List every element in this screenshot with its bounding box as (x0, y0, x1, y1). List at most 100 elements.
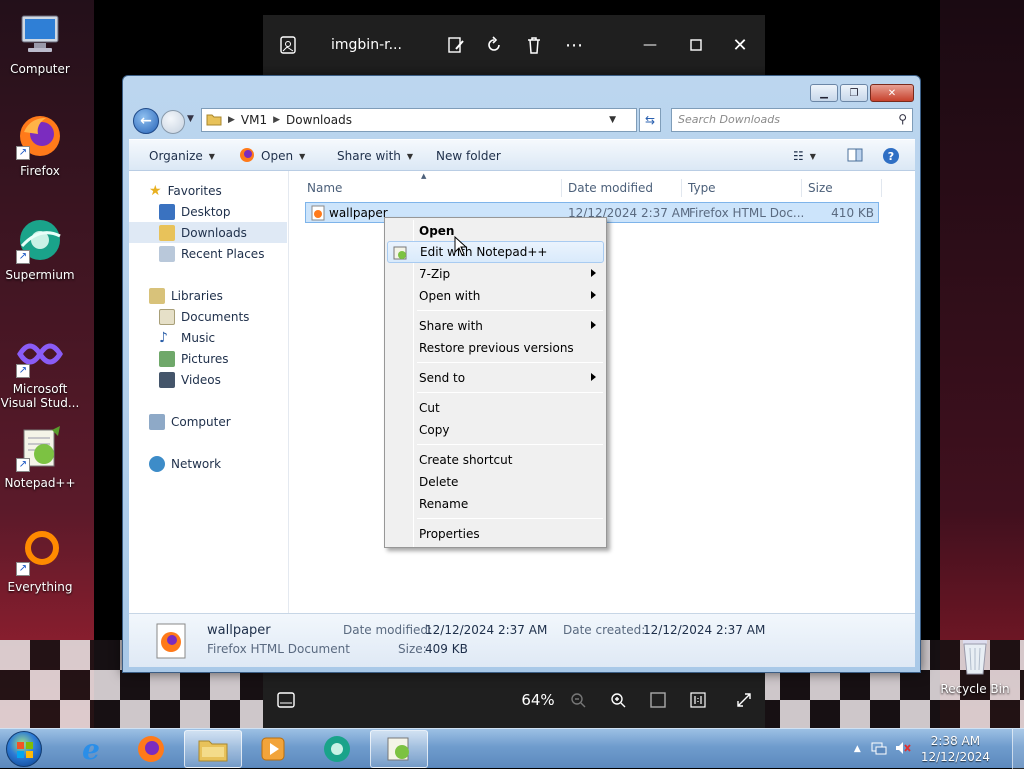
new-folder-label: New folder (436, 149, 501, 163)
actual-size-icon[interactable] (683, 672, 713, 728)
filmstrip-icon[interactable] (271, 672, 301, 728)
start-button[interactable] (6, 731, 42, 767)
column-divider[interactable] (681, 179, 682, 197)
taskbar-media-player[interactable] (244, 730, 302, 768)
column-type-label: Type (688, 181, 716, 195)
change-view-button[interactable]: ☷ ▼ (793, 140, 816, 172)
context-menu-share-with[interactable]: Share with (387, 315, 604, 337)
window-restore-button[interactable]: ❐ (840, 84, 868, 102)
firefox-document-large-icon (155, 622, 187, 663)
desktop-icon-notepad-plus-plus[interactable]: ↗ Notepad++ (0, 424, 80, 490)
taskbar: e ▲ 2:38 AM 12/12/2024 (0, 728, 1024, 769)
recycle-bin-icon (951, 630, 999, 678)
sidebar-item-label: Recent Places (181, 246, 265, 261)
context-menu-7zip[interactable]: 7-Zip (387, 263, 604, 285)
open-button[interactable]: Open ▼ (239, 140, 305, 172)
show-desktop-button[interactable] (1012, 729, 1024, 769)
back-button[interactable]: ← (133, 108, 159, 134)
zoom-in-icon[interactable] (603, 672, 633, 728)
submenu-arrow-icon (591, 321, 596, 329)
new-folder-button[interactable]: New folder (436, 140, 501, 172)
network-status-icon[interactable] (871, 741, 887, 758)
firefox-icon: ↗ (16, 112, 64, 160)
window-minimize-button[interactable]: ▁ (810, 84, 838, 102)
address-bar[interactable]: ▶ VM1 ▶ Downloads ▼ (201, 108, 637, 132)
edit-image-icon[interactable] (441, 15, 471, 75)
folder-icon (206, 112, 222, 129)
taskbar-supermium[interactable] (308, 730, 366, 768)
column-header-name[interactable]: Name (307, 177, 557, 199)
taskbar-clock[interactable]: 2:38 AM 12/12/2024 (921, 733, 990, 765)
show-hidden-icons-icon[interactable]: ▲ (854, 744, 861, 754)
desktop-icon-firefox[interactable]: ↗ Firefox (0, 112, 80, 178)
delete-icon[interactable] (519, 15, 549, 75)
notepad-plus-plus-icon: ↗ (16, 424, 64, 472)
context-menu-send-to[interactable]: Send to (387, 367, 604, 389)
zoom-out-icon[interactable] (563, 672, 593, 728)
sidebar-item-computer[interactable]: Computer (129, 411, 287, 432)
sidebar-item-desktop[interactable]: Desktop (129, 201, 287, 222)
column-header-size[interactable]: Size (808, 177, 878, 199)
preview-pane-button[interactable] (847, 140, 863, 172)
sidebar-item-network[interactable]: Network (129, 453, 287, 474)
taskbar-windows-explorer[interactable] (184, 730, 242, 768)
column-divider[interactable] (561, 179, 562, 197)
sidebar-item-recent-places[interactable]: Recent Places (129, 243, 287, 264)
sidebar-item-videos[interactable]: Videos (129, 369, 287, 390)
address-dropdown-icon[interactable]: ▼ (609, 115, 616, 125)
menu-item-label: Cut (419, 401, 440, 415)
desktop-icon-visual-studio[interactable]: ↗ Microsoft Visual Stud... (0, 330, 80, 410)
sidebar-item-favorites[interactable]: ★ Favorites (129, 180, 287, 201)
desktop-icon-computer[interactable]: Computer (0, 10, 80, 76)
taskbar-notepad-plus-plus[interactable] (370, 730, 428, 768)
column-divider[interactable] (881, 179, 882, 197)
context-menu-open[interactable]: Open (387, 220, 604, 242)
forward-button[interactable] (161, 110, 185, 134)
column-header-type[interactable]: Type (688, 177, 798, 199)
desktop-icon-everything[interactable]: ↗ Everything (0, 528, 80, 594)
window-controls: ▁ ❐ ✕ (810, 84, 914, 102)
chevron-down-icon: ▼ (208, 151, 215, 161)
desktop-icon-recycle-bin[interactable]: Recycle Bin (935, 630, 1015, 696)
context-menu-restore-previous-versions[interactable]: Restore previous versions (387, 337, 604, 359)
context-menu-cut[interactable]: Cut (387, 397, 604, 419)
rotate-icon[interactable] (479, 15, 509, 75)
column-header-date-modified[interactable]: Date modified (568, 177, 678, 199)
supermium-icon (324, 736, 350, 762)
search-input[interactable]: Search Downloads ⚲ (671, 108, 913, 132)
close-icon[interactable]: ✕ (725, 15, 755, 75)
help-button[interactable]: ? (883, 140, 899, 172)
context-menu-rename[interactable]: Rename (387, 493, 604, 515)
internet-explorer-icon: e (82, 732, 100, 766)
refresh-button[interactable]: ⇆ (639, 108, 661, 132)
file-name: wallpaper (329, 205, 388, 220)
sidebar-item-music[interactable]: ♪ Music (129, 327, 287, 348)
menu-item-label: Rename (419, 497, 469, 511)
context-menu-properties[interactable]: Properties (387, 523, 604, 545)
taskbar-firefox[interactable] (122, 730, 180, 768)
breadcrumb-downloads[interactable]: Downloads (286, 113, 352, 127)
context-menu-copy[interactable]: Copy (387, 419, 604, 441)
taskbar-internet-explorer[interactable]: e (62, 730, 120, 768)
share-with-button[interactable]: Share with ▼ (337, 140, 413, 172)
recent-pages-dropdown-icon[interactable]: ▼ (187, 114, 194, 124)
column-divider[interactable] (801, 179, 802, 197)
organize-button[interactable]: Organize ▼ (149, 140, 215, 172)
context-menu-delete[interactable]: Delete (387, 471, 604, 493)
context-menu-create-shortcut[interactable]: Create shortcut (387, 449, 604, 471)
more-options-icon[interactable]: ⋯ (559, 15, 589, 75)
maximize-icon[interactable] (681, 15, 711, 75)
sidebar-item-downloads[interactable]: Downloads (129, 222, 287, 243)
breadcrumb-vm1[interactable]: VM1 (241, 113, 267, 127)
fit-to-window-icon[interactable] (643, 672, 673, 728)
fullscreen-icon[interactable] (729, 672, 759, 728)
sidebar-item-libraries[interactable]: Libraries (129, 285, 287, 306)
volume-muted-icon[interactable] (895, 741, 911, 758)
context-menu-edit-with-notepad[interactable]: Edit with Notepad++ (387, 241, 604, 263)
sidebar-item-pictures[interactable]: Pictures (129, 348, 287, 369)
sidebar-item-documents[interactable]: Documents (129, 306, 287, 327)
minimize-icon[interactable]: — (635, 15, 665, 75)
context-menu-open-with[interactable]: Open with (387, 285, 604, 307)
window-close-button[interactable]: ✕ (870, 84, 914, 102)
desktop-icon-supermium[interactable]: ↗ Supermium (0, 216, 80, 282)
